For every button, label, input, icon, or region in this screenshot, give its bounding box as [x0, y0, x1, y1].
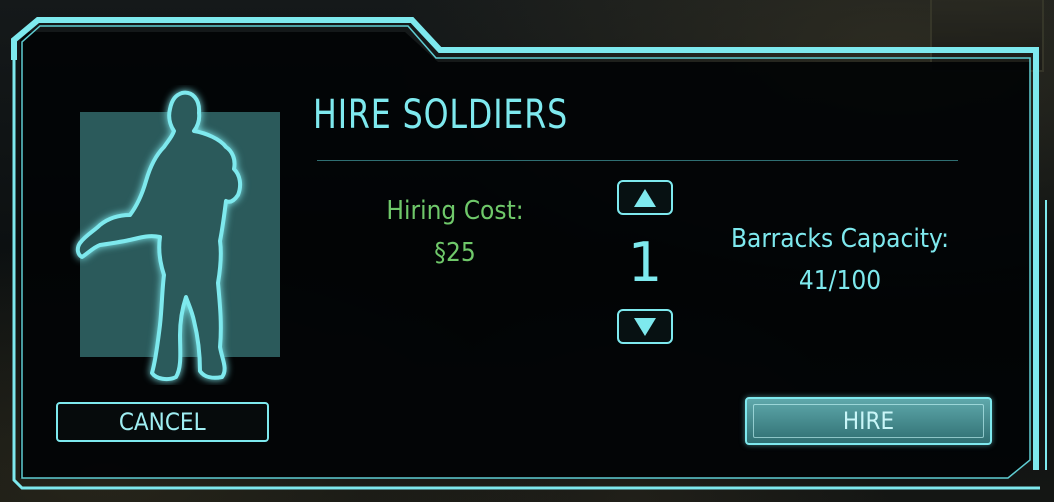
hiring-cost-label: Hiring Cost: — [386, 196, 524, 226]
hiring-cost-value: §25 — [434, 238, 476, 268]
cancel-button[interactable]: CANCEL — [56, 402, 269, 442]
barracks-capacity-label: Barracks Capacity: — [730, 224, 950, 254]
quantity-decrease-button[interactable] — [617, 309, 673, 344]
barracks-capacity-value: 41/100 — [798, 266, 882, 296]
triangle-down-icon — [634, 317, 656, 336]
triangle-up-icon — [634, 188, 656, 207]
hire-button[interactable]: HIRE — [745, 397, 992, 445]
hire-button-label: HIRE — [842, 407, 895, 435]
soldier-silhouette-icon — [75, 90, 243, 382]
quantity-increase-button[interactable] — [617, 180, 673, 215]
cancel-button-label: CANCEL — [119, 408, 206, 436]
title-divider — [317, 160, 958, 161]
quantity-value: 1 — [627, 231, 663, 294]
page-title: HIRE SOLDIERS — [313, 92, 569, 138]
